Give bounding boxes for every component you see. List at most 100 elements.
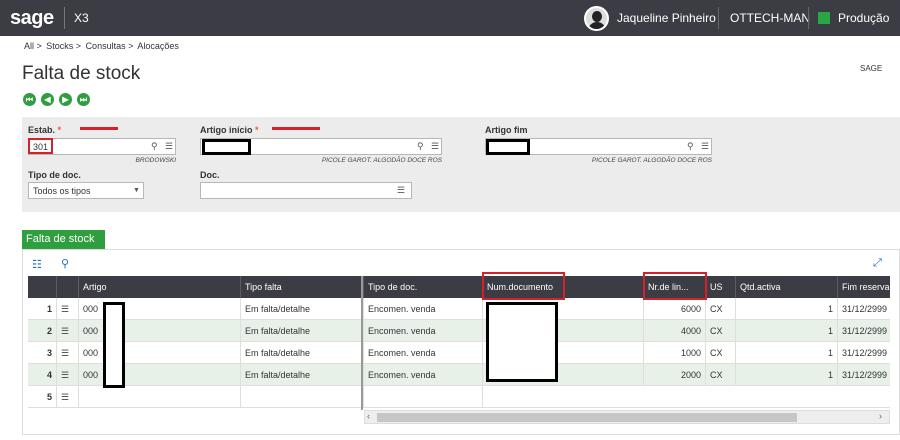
row-number: 4	[46, 370, 52, 380]
table-settings-icon[interactable]: ☷	[32, 258, 42, 271]
search-icon[interactable]: ⚲	[687, 141, 694, 152]
detail-icon[interactable]: ☰	[397, 185, 405, 196]
header-tipo-falta[interactable]: Tipo falta	[240, 276, 361, 298]
row-detail-icon[interactable]: ☰	[56, 386, 78, 408]
divider	[808, 7, 809, 29]
artigo-inicio-description: PICOLE GAROT. ALGODÃO DOCE ROS	[321, 157, 442, 164]
expand-icon[interactable]: ⤢	[873, 257, 882, 270]
frozen-column-divider[interactable]	[361, 276, 363, 410]
divider	[718, 7, 719, 29]
cell-artigo[interactable]	[78, 386, 240, 408]
artigo-inicio-label: Artigo início *	[200, 125, 259, 135]
user-name[interactable]: Jaqueline Pinheiro	[617, 11, 716, 25]
sage-logo[interactable]: sage	[10, 7, 54, 30]
cell-tipo-falta[interactable]: Em falta/detalhe	[240, 320, 361, 342]
cell-fim-reserva[interactable]: 31/12/2999	[837, 364, 890, 386]
cell-tipo-doc[interactable]: Encomen. venda	[363, 364, 482, 386]
detail-icon[interactable]: ☰	[701, 141, 709, 152]
search-icon[interactable]: ⚲	[61, 257, 69, 270]
doc-label: Doc.	[200, 170, 220, 180]
search-icon[interactable]: ⚲	[417, 141, 424, 152]
row-detail-icon[interactable]: ☰	[56, 298, 78, 320]
results-table: Artigo Tipo falta Tipo de doc. Num.docum…	[28, 276, 890, 410]
previous-icon[interactable]: ◀	[41, 93, 54, 106]
breadcrumb-all[interactable]: All >	[24, 41, 42, 51]
folder-name: SAGE	[860, 64, 883, 73]
cell-us[interactable]: CX	[705, 320, 735, 342]
breadcrumb: All > Stocks > Consultas > Alocações	[24, 41, 181, 51]
table-row[interactable]: 3 ☰ 000 Em falta/detalhe Encomen. venda …	[28, 342, 890, 364]
cell-us[interactable]: CX	[705, 298, 735, 320]
cell-tipo-falta[interactable]: Em falta/detalhe	[240, 342, 361, 364]
header-tipo-doc[interactable]: Tipo de doc.	[363, 276, 482, 298]
cell-nr-linha[interactable]: 2000	[643, 364, 705, 386]
cell-qtd-activa[interactable]: 1	[735, 298, 837, 320]
redaction-box	[202, 139, 251, 155]
highlight-line	[272, 127, 320, 130]
environment-name[interactable]: Produção	[838, 11, 889, 25]
scroll-left-icon[interactable]: ‹	[367, 411, 370, 421]
redaction-box	[486, 139, 530, 155]
table-row[interactable]: 2 ☰ 000 Em falta/detalhe Encomen. venda …	[28, 320, 890, 342]
doc-input[interactable]: ☰	[200, 182, 412, 199]
cell-qtd-activa[interactable]: 1	[735, 364, 837, 386]
cell-nr-linha[interactable]: 1000	[643, 342, 705, 364]
cell-qtd-activa[interactable]: 1	[735, 342, 837, 364]
table-row[interactable]: 1 ☰ 000 Em falta/detalhe Encomen. venda …	[28, 298, 890, 320]
breadcrumb-consultas[interactable]: Consultas >	[86, 41, 134, 51]
breadcrumb-stocks[interactable]: Stocks >	[46, 41, 81, 51]
cell-tipo-doc[interactable]: Encomen. venda	[363, 342, 482, 364]
top-bar: sage X3 Jaqueline Pinheiro OTTECH-MAN Pr…	[0, 0, 900, 36]
cell-nr-linha[interactable]: 4000	[643, 320, 705, 342]
row-number: 3	[46, 348, 52, 358]
cell-us[interactable]: CX	[705, 342, 735, 364]
environment-status-icon	[818, 12, 830, 24]
last-icon[interactable]: ⏭	[77, 93, 90, 106]
row-detail-icon[interactable]: ☰	[56, 320, 78, 342]
row-detail-icon[interactable]: ☰	[56, 342, 78, 364]
row-detail-icon[interactable]: ☰	[56, 364, 78, 386]
detail-icon[interactable]: ☰	[431, 141, 439, 152]
table-row[interactable]: 5 ☰	[28, 386, 890, 408]
scrollbar-thumb[interactable]	[377, 413, 797, 422]
row-number: 5	[46, 392, 52, 402]
logo-divider	[64, 7, 65, 29]
header-artigo[interactable]: Artigo	[78, 276, 240, 298]
row-number: 2	[46, 326, 52, 336]
cell-tipo-falta[interactable]: Em falta/detalhe	[240, 364, 361, 386]
tipo-doc-select[interactable]: Todos os tipos ▼	[28, 182, 144, 199]
table-row[interactable]: 4 ☰ 000 Em falta/detalhe Encomen. venda …	[28, 364, 890, 386]
artigo-fim-label: Artigo fim	[485, 125, 528, 135]
cell-tipo-doc[interactable]: Encomen. venda	[363, 298, 482, 320]
tipo-doc-label: Tipo de doc.	[28, 170, 81, 180]
header-qtd-activa[interactable]: Qtd.activa	[735, 276, 837, 298]
highlight-box	[28, 138, 53, 154]
cell-us[interactable]: CX	[705, 364, 735, 386]
cell-nr-linha[interactable]: 6000	[643, 298, 705, 320]
horizontal-scrollbar[interactable]: ‹ ›	[364, 410, 890, 424]
criteria-panel: Estab. * 301 ⚲ ☰ BRODOWSKI Artigo início…	[22, 117, 900, 212]
header-us[interactable]: US	[705, 276, 735, 298]
cell-fim-reserva[interactable]: 31/12/2999	[837, 298, 890, 320]
cell-qtd-activa[interactable]: 1	[735, 320, 837, 342]
cell-fim-reserva[interactable]: 31/12/2999	[837, 342, 890, 364]
cell-tipo-falta[interactable]	[240, 386, 361, 408]
highlight-box	[643, 272, 707, 300]
user-avatar[interactable]	[584, 6, 609, 31]
next-icon[interactable]: ▶	[59, 93, 72, 106]
breadcrumb-alocacoes[interactable]: Alocações	[137, 41, 179, 51]
detail-icon[interactable]: ☰	[165, 141, 173, 152]
cell-fim-reserva[interactable]: 31/12/2999	[837, 320, 890, 342]
header-row-number	[28, 276, 56, 298]
company-selector[interactable]: OTTECH-MAN	[730, 11, 810, 25]
cell-tipo-falta[interactable]: Em falta/detalhe	[240, 298, 361, 320]
cell-num-documento[interactable]	[482, 386, 643, 408]
cell-tipo-doc[interactable]: Encomen. venda	[363, 320, 482, 342]
scroll-right-icon[interactable]: ›	[879, 411, 882, 421]
header-fim-reserva[interactable]: Fim reserva	[837, 276, 890, 298]
highlight-box	[482, 272, 565, 300]
cell-tipo-doc[interactable]	[363, 386, 482, 408]
redaction-box	[103, 302, 125, 388]
first-icon[interactable]: ⏮	[23, 93, 36, 106]
search-icon[interactable]: ⚲	[151, 141, 158, 152]
